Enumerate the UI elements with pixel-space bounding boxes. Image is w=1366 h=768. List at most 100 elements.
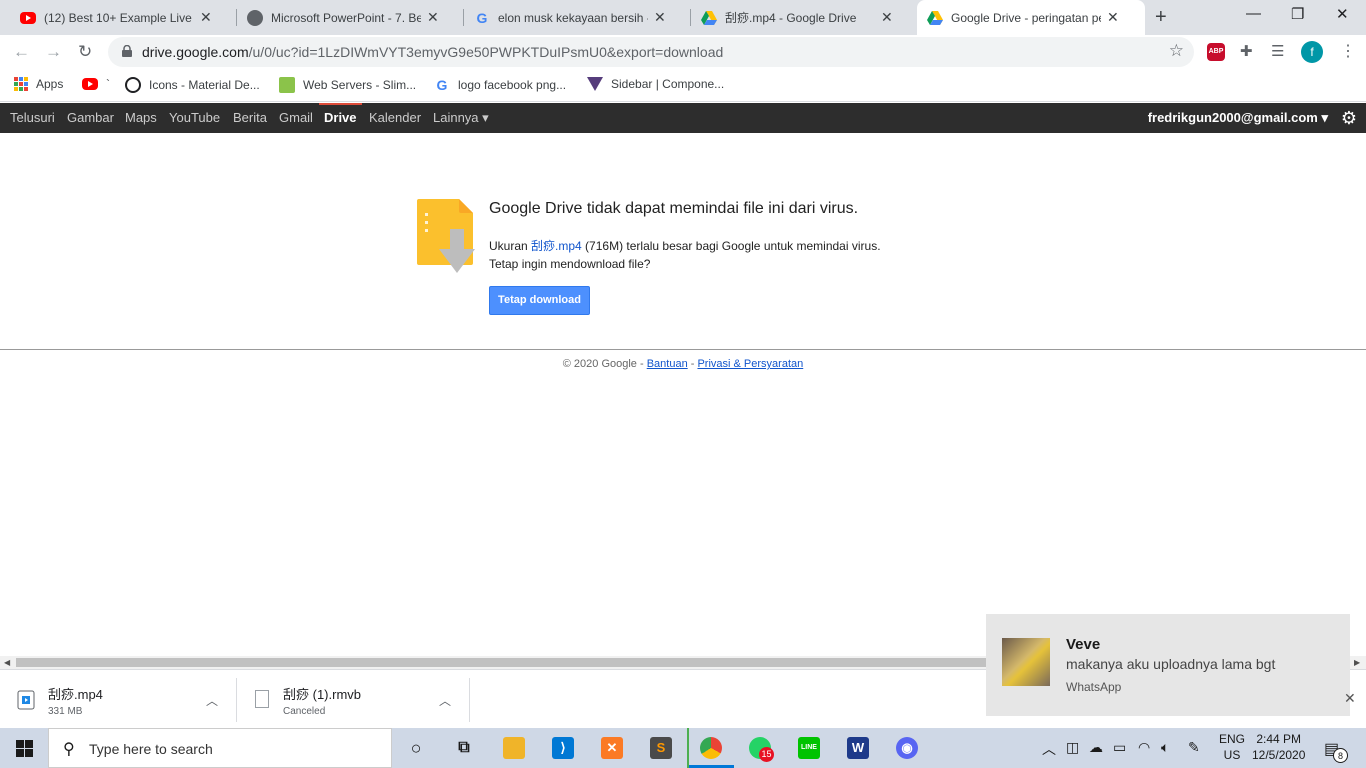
bootstrap-vue-icon (587, 77, 603, 91)
extensions-icon[interactable]: ✚ (1240, 42, 1253, 60)
notification-sender: Veve (1066, 636, 1101, 653)
xampp-icon[interactable]: ✕ (601, 737, 623, 759)
browser-toolbar: ← → ↻ drive.google.com/u/0/uc?id=1LzDIWm… (0, 35, 1366, 69)
bookmark-logo-facebook[interactable]: G logo facebook png... (434, 77, 567, 93)
system-clock[interactable]: 2:44 PM 12/5/2020 (1252, 731, 1305, 763)
google-drive-icon (927, 10, 943, 25)
lock-icon (122, 45, 132, 57)
bookmark-label: Apps (36, 77, 64, 91)
forward-button[interactable]: → (45, 42, 62, 62)
gbar-link-berita[interactable]: Berita (233, 110, 267, 125)
vscode-icon[interactable]: ⟩ (552, 737, 574, 759)
address-bar[interactable]: drive.google.com/u/0/uc?id=1LzDIWmVYT3em… (108, 37, 1194, 67)
tab-youtube[interactable]: (12) Best 10+ Example Live Pro ✕ (10, 0, 236, 35)
scroll-left-arrow-icon[interactable]: ◀ (4, 656, 10, 669)
sublime-text-icon[interactable]: S (650, 737, 672, 759)
gbar-link-telusuri[interactable]: Telusuri (10, 110, 55, 125)
search-placeholder: Type here to search (89, 741, 213, 757)
task-view-icon[interactable]: ⧉ (453, 737, 475, 759)
close-icon[interactable]: ✕ (200, 9, 212, 26)
kebab-menu-icon[interactable]: ⋮ (1340, 41, 1356, 61)
page-footer: © 2020 Google - Bantuan - Privasi & Pers… (0, 358, 1366, 370)
gbar-link-drive[interactable]: Drive (324, 110, 357, 125)
tab-powerpoint[interactable]: Microsoft PowerPoint - 7. Bent ✕ (237, 0, 463, 35)
chevron-up-icon[interactable]: ︿ (1042, 739, 1056, 759)
globe-icon (247, 9, 263, 26)
account-email[interactable]: fredrikgun2000@gmail.com ▾ (1148, 110, 1328, 126)
download-anyway-button[interactable]: Tetap download (489, 286, 590, 315)
new-tab-button[interactable]: + (1155, 6, 1167, 29)
privacy-terms-link[interactable]: Privasi & Persyaratan (697, 358, 803, 370)
url-path: /u/0/uc?id=1LzDIWmVYT3emyvG9e50PWPKTDuIP… (248, 44, 724, 60)
search-icon: ⚲ (63, 741, 75, 758)
wifi-icon[interactable]: ◠ (1138, 739, 1150, 756)
gbar-link-gmail[interactable]: Gmail (279, 110, 313, 125)
gbar-link-kalender[interactable]: Kalender (369, 110, 421, 125)
reload-button[interactable]: ↻ (78, 42, 92, 62)
gbar-link-lainnya[interactable]: Lainnya ▾ (433, 110, 489, 126)
tab-title: Google Drive - peringatan pem (951, 10, 1101, 25)
bookmark-label: Icons - Material De... (149, 78, 260, 92)
gbar-link-gambar[interactable]: Gambar (67, 110, 114, 125)
onedrive-icon[interactable]: ☁ (1089, 739, 1103, 756)
url-text: drive.google.com/u/0/uc?id=1LzDIWmVYT3em… (142, 44, 723, 60)
apps-grid-icon (14, 77, 28, 91)
close-icon[interactable]: ✕ (654, 9, 666, 26)
bookmark-youtube[interactable]: ` (82, 77, 110, 91)
minimize-button[interactable]: — (1246, 5, 1261, 22)
close-icon[interactable]: ✕ (1107, 9, 1119, 26)
taskbar-search[interactable]: ⚲ Type here to search (48, 728, 392, 768)
body-text: (716M) terlalu besar bagi Google untuk m… (581, 239, 881, 253)
download-item[interactable]: 刮痧.mp4 331 MB ︿ (0, 678, 236, 722)
restore-button[interactable]: ❐ (1291, 5, 1304, 23)
close-icon[interactable]: ✕ (427, 9, 439, 26)
download-question: Tetap ingin mendownload file? (489, 257, 651, 271)
back-button[interactable]: ← (13, 42, 30, 62)
volume-icon[interactable]: 🔈︎ (1161, 739, 1169, 756)
tab-google-search[interactable]: G elon musk kekayaan bersih - Pe ✕ (464, 0, 690, 35)
scrollbar-thumb[interactable] (16, 658, 986, 667)
bookmark-sidebar-component[interactable]: Sidebar | Compone... (587, 77, 724, 91)
chrome-icon[interactable] (700, 737, 722, 759)
language-indicator[interactable]: ENG US (1219, 731, 1245, 763)
window-close-button[interactable]: ✕ (1336, 5, 1349, 23)
cortana-icon[interactable]: ○ (405, 737, 427, 759)
bookmark-material-icons[interactable]: Icons - Material De... (125, 77, 260, 93)
whatsapp-notification[interactable]: Veve makanya aku uploadnya lama bgt What… (986, 614, 1350, 716)
video-file-icon (17, 690, 35, 710)
file-name-link[interactable]: 刮痧.mp4 (531, 239, 582, 253)
tab-drive-file[interactable]: 刮痧.mp4 - Google Drive ✕ (691, 0, 917, 35)
bookmark-label: Sidebar | Compone... (611, 77, 725, 91)
wps-icon[interactable]: W (847, 737, 869, 759)
tab-drive-warning[interactable]: Google Drive - peringatan pem ✕ (917, 0, 1145, 35)
line-icon[interactable]: LINE (798, 737, 820, 759)
download-item[interactable]: 刮痧 (1).rmvb Canceled ︿ (237, 678, 469, 722)
profile-avatar[interactable]: f (1301, 41, 1323, 63)
gear-icon[interactable]: ⚙ (1341, 108, 1357, 129)
meet-now-icon[interactable]: ◫ (1066, 739, 1079, 756)
chevron-up-icon[interactable]: ︿ (206, 692, 218, 709)
media-queue-icon[interactable]: ☰ (1271, 42, 1284, 60)
discord-icon[interactable]: ◉ (896, 737, 918, 759)
bookmarks-bar: Apps ` Icons - Material De... Web Server… (0, 69, 1366, 102)
scroll-right-arrow-icon[interactable]: ▶ (1354, 656, 1360, 669)
tab-title: (12) Best 10+ Example Live Pro (44, 10, 194, 25)
close-icon[interactable]: ✕ (1344, 690, 1356, 707)
close-icon[interactable]: ✕ (881, 9, 893, 26)
bookmark-label: ` (106, 77, 110, 91)
slim-framework-icon (279, 77, 295, 93)
pen-icon[interactable]: ✎ (1188, 739, 1200, 756)
gbar-link-youtube[interactable]: YouTube (169, 110, 220, 125)
help-link[interactable]: Bantuan (647, 358, 688, 370)
drive-file-download-icon (417, 199, 475, 273)
adblock-icon[interactable]: ABP (1207, 43, 1225, 61)
bookmark-web-servers[interactable]: Web Servers - Slim... (279, 77, 416, 93)
bookmark-star-icon[interactable]: ☆ (1169, 41, 1184, 61)
bookmark-apps[interactable]: Apps (14, 77, 63, 91)
file-explorer-icon[interactable] (503, 737, 525, 759)
google-app-bar: Telusuri Gambar Maps YouTube Berita Gmai… (0, 103, 1366, 133)
chevron-up-icon[interactable]: ︿ (439, 692, 451, 709)
windows-start-button[interactable] (16, 740, 33, 757)
gbar-link-maps[interactable]: Maps (125, 110, 157, 125)
battery-icon[interactable]: ▭ (1113, 739, 1126, 756)
